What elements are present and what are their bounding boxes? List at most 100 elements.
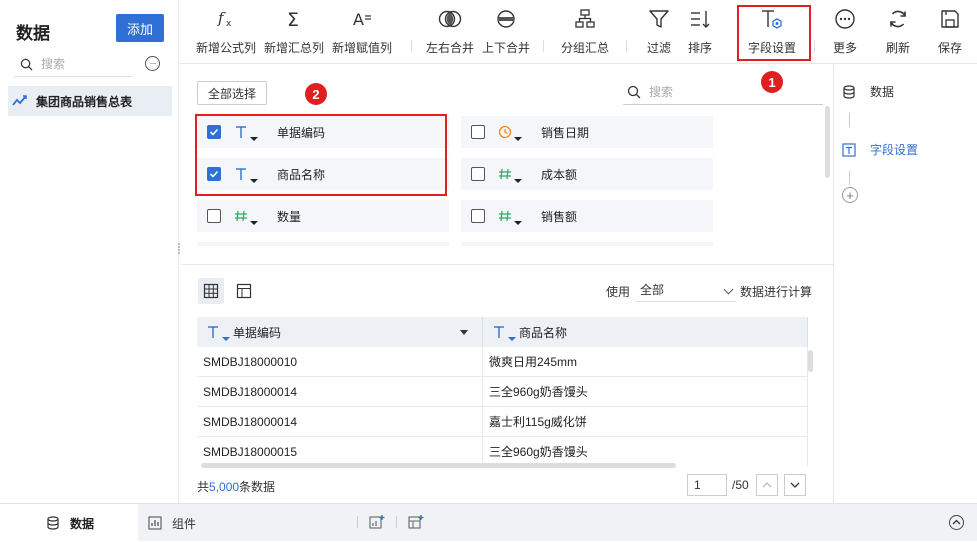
step-item-field-settings[interactable]: 字段设置 — [842, 141, 918, 158]
sort-caret-icon[interactable] — [460, 330, 468, 335]
collapse-icon[interactable] — [949, 515, 964, 530]
next-page-button[interactable] — [784, 474, 806, 496]
more-button[interactable]: 更多 — [833, 6, 857, 58]
column-type-icon — [491, 320, 519, 344]
add-chart-icon[interactable] — [369, 514, 385, 530]
preview-table: 单据编码 商品名称 SMDBJ18000010 微爽日用245mm SMDBJ1… — [197, 317, 808, 467]
select-all-button[interactable]: 全部选择 — [197, 81, 267, 105]
column-header[interactable]: 单据编码 — [197, 317, 483, 347]
search-icon — [627, 85, 641, 98]
toolbar-label: 分组汇总 — [561, 41, 610, 55]
sidebar-item-dataset[interactable]: 集团商品销售总表 — [8, 86, 172, 116]
field-search-input[interactable] — [649, 84, 809, 99]
save-button[interactable]: 保存 — [938, 6, 962, 58]
use-data-select[interactable]: 全部 — [636, 278, 736, 302]
toolbar-label: 排序 — [688, 41, 713, 55]
add-table-icon[interactable] — [408, 514, 424, 530]
step-panel: 数据 字段设置 + — [833, 65, 977, 503]
calc-label: 数据进行计算 — [740, 285, 813, 299]
table-cell: 嘉士利115g威化饼 — [483, 407, 808, 436]
field-row-partial — [461, 242, 713, 246]
refresh-button[interactable]: 刷新 — [886, 6, 910, 58]
type-selector[interactable] — [497, 162, 525, 186]
caret-down-icon — [514, 179, 522, 183]
step-connector — [849, 171, 850, 185]
tab-label: 组件 — [172, 516, 197, 531]
merge-horizontal-button[interactable]: 左右合并 — [426, 6, 474, 58]
text-type-icon — [208, 326, 218, 338]
add-step-icon[interactable]: + — [842, 187, 858, 203]
table-row[interactable]: SMDBJ18000014 三全960g奶香馒头 — [197, 377, 808, 407]
row-count: 共5,000条数据 — [197, 478, 275, 495]
svg-text:Σ: Σ — [287, 9, 299, 30]
field-checkbox[interactable] — [471, 209, 485, 223]
field-checkbox[interactable] — [471, 167, 485, 181]
toolbar-label: 刷新 — [886, 41, 911, 55]
field-row[interactable]: 销售额 — [461, 200, 713, 232]
table-horizontal-scrollbar[interactable] — [201, 463, 676, 468]
sort-icon — [691, 11, 710, 28]
svg-text:x: x — [226, 19, 232, 29]
caret-down-icon — [250, 221, 258, 225]
prev-page-button[interactable] — [756, 474, 778, 496]
grid-view-button[interactable] — [198, 278, 224, 304]
chevron-down-icon — [790, 482, 800, 488]
field-row-partial — [197, 242, 449, 246]
sidebar-search[interactable] — [14, 52, 132, 77]
field-checkbox[interactable] — [471, 125, 485, 139]
tab-data[interactable]: 数据 — [0, 504, 138, 542]
toolbar-divider — [411, 40, 412, 52]
group-icon — [575, 9, 595, 28]
field-search[interactable] — [623, 79, 823, 105]
row-count-suffix: 条数据 — [239, 480, 276, 494]
add-summary-column-button[interactable]: Σ 新增汇总列 — [264, 6, 324, 58]
table-vertical-scrollbar[interactable] — [808, 350, 813, 372]
caret-down-icon — [514, 137, 522, 141]
page-total: /50 — [732, 478, 749, 492]
group-summary-button[interactable]: 分组汇总 — [561, 6, 609, 58]
row-count-prefix: 共 — [197, 480, 210, 494]
type-selector[interactable] — [233, 204, 261, 228]
number-type-icon — [499, 210, 511, 222]
caret-down-icon — [222, 337, 230, 341]
type-selector[interactable] — [497, 120, 525, 144]
caret-down-icon — [514, 221, 522, 225]
refresh-icon — [890, 10, 906, 28]
page-number-input[interactable] — [687, 474, 727, 496]
use-select-value: 全部 — [640, 283, 665, 297]
toolbar-divider — [814, 40, 815, 52]
dataset-line-icon — [12, 95, 27, 106]
field-row[interactable]: 成本额 — [461, 158, 713, 190]
filter-button[interactable]: 过滤 — [647, 6, 671, 58]
field-row[interactable]: 数量 — [197, 200, 449, 232]
column-header[interactable]: 商品名称 — [483, 317, 808, 347]
more-options-icon[interactable]: ··· — [145, 56, 160, 71]
step-item-data[interactable]: 数据 — [842, 83, 894, 100]
merge-vertical-button[interactable]: 上下合并 — [482, 6, 530, 58]
toolbar-divider — [626, 40, 627, 52]
tab-components[interactable]: 组件 — [148, 504, 248, 542]
svg-text:A: A — [353, 10, 364, 29]
add-formula-column-button[interactable]: fx 新增公式列 — [196, 6, 256, 58]
field-panel-scrollbar[interactable] — [825, 106, 830, 178]
toolbar-label: 新增汇总列 — [264, 41, 325, 55]
table-row[interactable]: SMDBJ18000014 嘉士利115g威化饼 — [197, 407, 808, 437]
save-icon — [941, 10, 959, 28]
add-assign-column-button[interactable]: A 新增赋值列 — [332, 6, 392, 58]
add-data-button[interactable]: 添加 — [116, 14, 164, 42]
type-selector[interactable] — [497, 204, 525, 228]
sort-button[interactable]: 排序 — [688, 6, 712, 58]
sidebar-search-input[interactable] — [41, 57, 121, 71]
field-settings-step-icon — [842, 142, 856, 157]
bottom-divider — [396, 516, 397, 528]
column-type-icon — [205, 320, 233, 344]
table-cell: 微爽日用245mm — [483, 347, 808, 376]
database-icon — [843, 84, 855, 99]
field-checkbox[interactable] — [207, 209, 221, 223]
layout-view-button[interactable] — [231, 278, 257, 304]
toolbar-divider — [543, 40, 544, 52]
toolbar-label: 保存 — [938, 41, 963, 55]
table-row[interactable]: SMDBJ18000010 微爽日用245mm — [197, 347, 808, 377]
field-row[interactable]: 销售日期 — [461, 116, 713, 148]
bottom-bar: 数据 组件 — [0, 503, 977, 542]
